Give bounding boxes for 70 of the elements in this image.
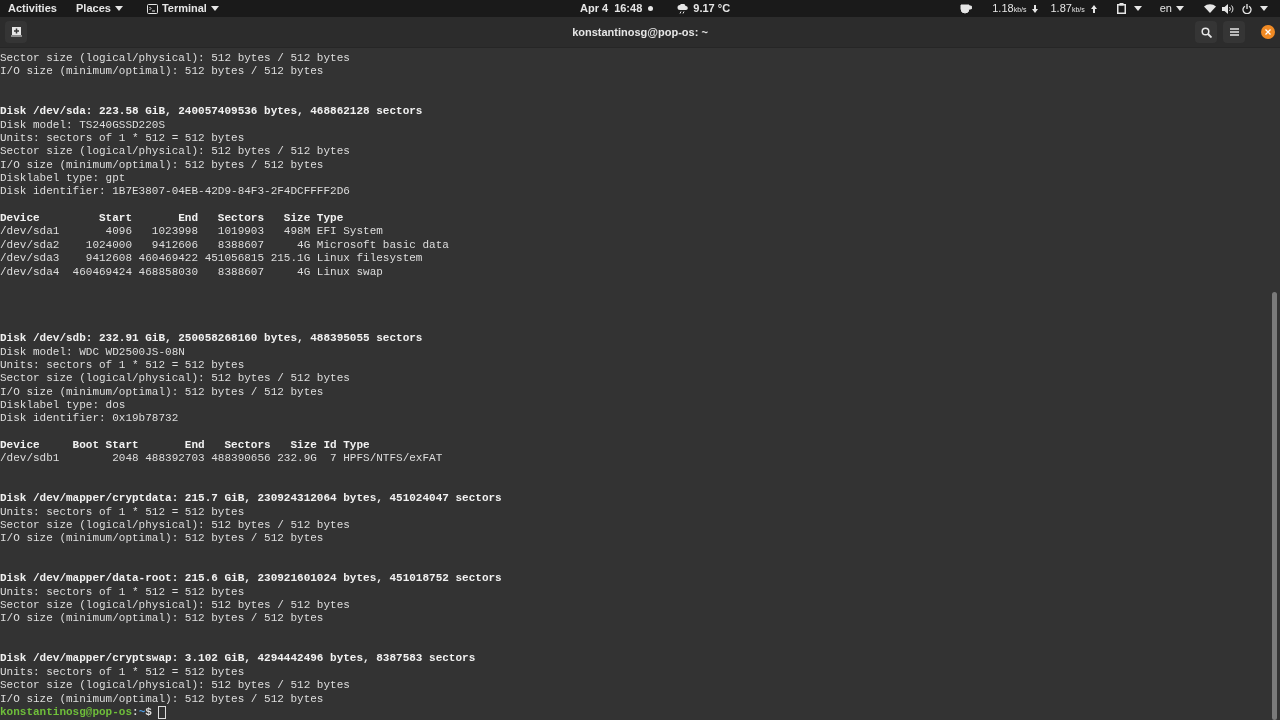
wifi-icon[interactable] <box>1204 4 1216 13</box>
new-tab-icon <box>10 27 22 37</box>
terminal-output-line: I/O size (minimum/optimal): 512 bytes / 512 bytes <box>0 612 324 626</box>
menu-button[interactable] <box>1223 21 1245 43</box>
search-button[interactable] <box>1195 21 1217 43</box>
new-tab-button[interactable] <box>5 21 27 43</box>
terminal-output-line: Disk model: WDC WD2500JS-08N <box>0 345 185 359</box>
prompt-symbol: $ <box>145 705 152 720</box>
menu-icon <box>1229 28 1239 36</box>
terminal-output-heading: Disk /dev/mapper/data-root: 215.6 GiB, 230921601024 bytes, 451018752 sectors <box>0 572 502 586</box>
terminal-output-line: /dev/sda2 1024000 9412606 8388607 4G Microsoft basic data <box>0 238 449 253</box>
close-icon <box>1265 29 1271 35</box>
terminal-output-line: Sector size (logical/physical): 512 bytes / 512 bytes <box>0 372 350 386</box>
terminal-icon <box>146 3 158 14</box>
arrow-up-icon <box>1090 4 1097 13</box>
terminal-output-heading: Disk /dev/sda: 223.58 GiB, 240057409536 bytes, 468862128 sectors <box>0 105 423 119</box>
prompt-user-host: konstantinosg@pop-os <box>0 705 133 720</box>
places-menu[interactable]: Places <box>76 0 123 17</box>
clipboard-icon[interactable] <box>1116 3 1126 14</box>
power-icon[interactable] <box>1242 3 1252 14</box>
language-menu[interactable]: en <box>1159 0 1184 17</box>
terminal-output-line: I/O size (minimum/optimal): 512 bytes / 512 bytes <box>0 385 324 399</box>
terminal-output-line: I/O size (minimum/optimal): 512 bytes / 512 bytes <box>0 532 324 546</box>
terminal-output-line: Sector size (logical/physical): 512 bytes / 512 bytes <box>0 599 350 613</box>
close-button[interactable] <box>1261 25 1275 39</box>
terminal-output-line: /dev/sdb1 2048 488392703 488390656 232.9G 7 HPFS/NTFS/exFAT <box>0 452 443 466</box>
dropdown-caret-icon <box>210 6 219 11</box>
terminal-output-line: Sector size (logical/physical): 512 bytes / 512 bytes <box>0 679 350 693</box>
terminal-output-line: Units: sectors of 1 * 512 = 512 bytes <box>0 505 245 520</box>
terminal-output-heading: Device Start End Sectors Size Type <box>0 212 344 226</box>
weather-temperature[interactable]: 9.17 °C <box>693 0 731 17</box>
terminal-output-heading: Device Boot Start End Sectors Size Id Type <box>0 438 370 453</box>
terminal-output-line: /dev/sda1 4096 1023998 1019903 498M EFI System <box>0 225 383 239</box>
search-icon <box>1200 26 1212 38</box>
terminal-output-heading: Disk /dev/sdb: 232.91 GiB, 250058268160 bytes, 488395055 sectors <box>0 332 423 346</box>
window-title: konstantinosg@pop-os: ~ <box>572 24 708 40</box>
terminal-output-line: Sector size (logical/physical): 512 bytes / 512 bytes <box>0 145 350 159</box>
terminal-output-line: Disk identifier: 1B7E3807-04EB-42D9-84F3-2F4DCFFFF2D6 <box>0 185 350 199</box>
text-cursor <box>157 706 166 719</box>
activities-button[interactable]: Activities <box>8 0 68 17</box>
terminal-output-line: Disklabel type: dos <box>0 398 126 413</box>
dropdown-caret-icon <box>114 6 123 11</box>
terminal-output-line: /dev/sda4 460469424 468858030 8388607 4G Linux swap <box>0 265 383 279</box>
dropdown-caret-icon <box>1176 6 1184 11</box>
cloud-rain-icon <box>677 3 690 14</box>
terminal-output-heading: Disk /dev/mapper/cryptdata: 215.7 GiB, 230924312064 bytes, 451024047 sectors <box>0 492 502 506</box>
terminal-output-line: Disklabel type: gpt <box>0 172 126 186</box>
arrow-down-icon <box>1032 4 1039 13</box>
terminal-app-menu[interactable]: Terminal <box>146 0 219 17</box>
prompt-separator: : <box>132 705 139 720</box>
terminal-output-line: I/O size (minimum/optimal): 512 bytes / 512 bytes <box>0 692 324 706</box>
dropdown-caret-icon <box>1260 6 1268 11</box>
terminal-output-line: I/O size (minimum/optimal): 512 bytes / 512 bytes <box>0 158 324 173</box>
volume-icon[interactable] <box>1222 3 1234 14</box>
terminal-output-line: Sector size (logical/physical): 512 bytes / 512 bytes <box>0 52 350 66</box>
terminal-output-line: Disk model: TS240GSSD220S <box>0 118 166 133</box>
terminal-output-line: Units: sectors of 1 * 512 = 512 bytes <box>0 585 245 600</box>
clock[interactable]: Apr 4 16:48 <box>580 0 654 17</box>
terminal-output-heading: Disk /dev/mapper/cryptswap: 3.102 GiB, 4294442496 bytes, 8387583 sectors <box>0 652 476 666</box>
dropdown-caret-icon <box>1133 6 1142 11</box>
cup-icon[interactable] <box>960 3 973 14</box>
terminal-output-line: Disk identifier: 0x19b78732 <box>0 412 179 426</box>
scrollbar-thumb[interactable] <box>1272 292 1277 720</box>
terminal-output-line: Units: sectors of 1 * 512 = 512 bytes <box>0 665 245 680</box>
terminal-output-line: Units: sectors of 1 * 512 = 512 bytes <box>0 132 245 146</box>
terminal-output-line: I/O size (minimum/optimal): 512 bytes / 512 bytes <box>0 65 324 79</box>
terminal-output-line: Sector size (logical/physical): 512 bytes / 512 bytes <box>0 519 350 533</box>
terminal-output-line: /dev/sda3 9412608 460469422 451056815 215.1G Linux filesystem <box>0 252 423 266</box>
prompt-path: ~ <box>138 705 146 720</box>
terminal-output-line: Units: sectors of 1 * 512 = 512 bytes <box>0 358 245 373</box>
